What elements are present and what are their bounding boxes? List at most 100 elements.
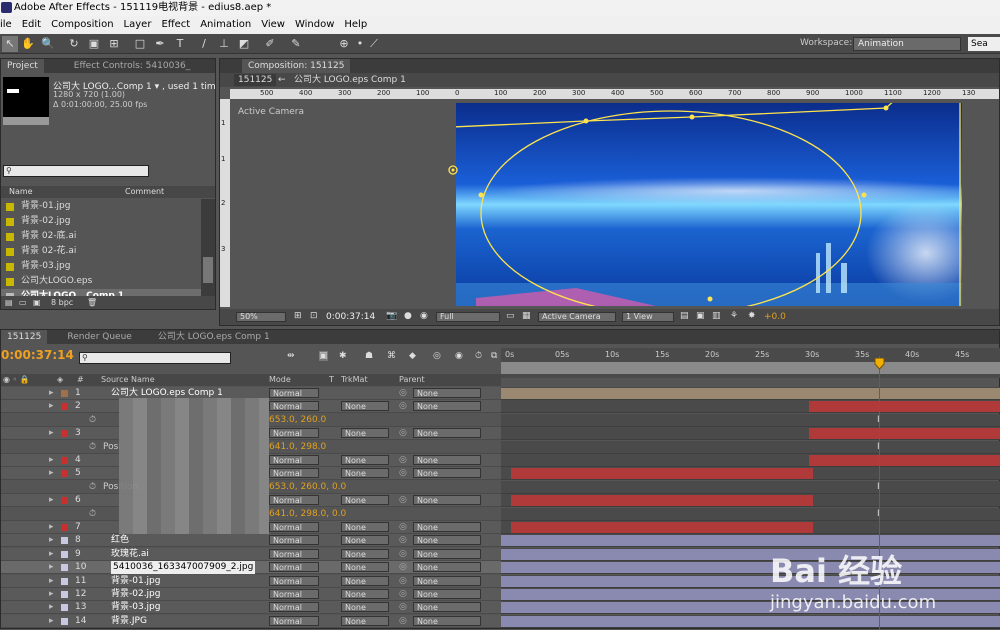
property-value[interactable]: 641.0, 298.0	[269, 441, 326, 454]
layer-label-color[interactable]	[61, 403, 68, 411]
motion-blur-icon[interactable]: ◆	[409, 351, 416, 361]
brainstorm-icon[interactable]: ◎	[433, 351, 441, 361]
tab-timeline-151125[interactable]: 151125	[1, 330, 48, 344]
expand-toggle-icon[interactable]: ▸	[49, 387, 54, 400]
layer-source-name[interactable]: 背景.JPG	[111, 615, 147, 628]
pick-whip-icon[interactable]: ◎	[399, 575, 407, 588]
layer-row[interactable]: ▸ 9 玫瑰花.ai Normal None ◎ None	[1, 547, 501, 561]
layer-duration-bar[interactable]	[501, 388, 1000, 399]
parent-select[interactable]: None	[413, 468, 481, 479]
layer-label-color[interactable]	[61, 524, 68, 531]
brush-tool-icon[interactable]: /	[196, 36, 212, 52]
timeline-timecode[interactable]: 0:00:37:14	[1, 348, 74, 362]
mode-select[interactable]: Normal	[269, 615, 319, 626]
pick-whip-icon[interactable]: ◎	[399, 548, 407, 561]
stopwatch-icon[interactable]: ⏱	[89, 441, 96, 454]
menu-effect[interactable]: Effect	[156, 16, 195, 34]
clone-tool-icon[interactable]: ⊥	[216, 36, 232, 52]
camera-view-select[interactable]: Active Camera	[538, 312, 616, 322]
mode-select[interactable]: Normal	[269, 455, 319, 465]
layer-label-color[interactable]	[61, 604, 68, 612]
layer-label-color[interactable]	[61, 390, 68, 397]
flowchart-icon[interactable]: ⚘	[730, 311, 738, 321]
parent-select[interactable]: None	[413, 615, 481, 626]
menu-edit[interactable]: Edit	[17, 16, 46, 34]
mode-select[interactable]: Normal	[269, 562, 319, 573]
menu-file[interactable]: ile	[0, 16, 17, 34]
layer-duration-bar[interactable]	[511, 495, 813, 507]
layer-duration-bar[interactable]	[511, 468, 813, 480]
layer-source-name[interactable]: 背景-03.jpg	[111, 601, 161, 614]
resolution-select[interactable]: Full	[436, 312, 500, 322]
comp-mini-flowchart-icon[interactable]: ⇹	[287, 351, 295, 361]
frame-blending-icon[interactable]: ⌘	[387, 351, 396, 361]
graph-editor-icon[interactable]: ⧉	[491, 351, 497, 361]
pick-whip-icon[interactable]: ◎	[399, 534, 407, 547]
zoom-tool-icon[interactable]: 🔍	[40, 36, 56, 52]
pen-tool-icon[interactable]: ✒	[152, 36, 168, 52]
type-tool-icon[interactable]: T	[172, 36, 188, 52]
trkmat-select[interactable]: None	[341, 495, 389, 506]
layer-duration-bar[interactable]	[809, 428, 1000, 440]
pick-whip-icon[interactable]: ◎	[399, 615, 407, 628]
mode-select[interactable]: Normal	[269, 522, 319, 532]
expand-toggle-icon[interactable]: ▸	[49, 534, 54, 547]
expand-toggle-icon[interactable]: ▸	[49, 454, 54, 467]
parent-select[interactable]: None	[413, 589, 481, 599]
view-axis-icon[interactable]: ⟋	[366, 36, 382, 52]
layer-label-color[interactable]	[61, 591, 68, 598]
trkmat-select[interactable]: None	[341, 589, 389, 599]
mode-select[interactable]: Normal	[269, 575, 319, 586]
project-item[interactable]: 背景-01.jpg	[1, 199, 201, 214]
trkmat-select[interactable]: None	[341, 615, 389, 626]
stopwatch-icon[interactable]: ⏱	[89, 481, 96, 494]
layer-row[interactable]: ▸ 14 背景.JPG Normal None ◎ None	[1, 614, 501, 628]
shy-icon[interactable]: ☗	[365, 351, 373, 361]
trkmat-select[interactable]: None	[341, 468, 389, 479]
exposure-icon[interactable]: ✸	[748, 311, 756, 321]
project-search-input[interactable]: ⚲	[3, 165, 149, 177]
trkmat-select[interactable]: None	[341, 428, 389, 439]
work-area-bar[interactable]	[501, 362, 1000, 374]
trkmat-select[interactable]: None	[341, 522, 389, 532]
project-scrollbar[interactable]	[201, 199, 215, 303]
mode-select[interactable]: Normal	[269, 602, 319, 613]
time-ruler[interactable]: 0s 05s 10s 15s 20s 25s 30s 35s 40s 45s	[501, 348, 1000, 378]
roto-brush-tool-icon[interactable]: ✐	[262, 36, 278, 52]
live-update-icon[interactable]: ▣	[319, 351, 328, 361]
project-item[interactable]: 背景-03.jpg	[1, 259, 201, 274]
menu-animation[interactable]: Animation	[195, 16, 256, 34]
auto-keyframe-icon[interactable]: ◉	[455, 351, 463, 361]
comp-current-time[interactable]: 0:00:37:14	[326, 312, 375, 322]
camera-tool-icon[interactable]: ▣	[86, 36, 102, 52]
eraser-tool-icon[interactable]: ◩	[236, 36, 252, 52]
trkmat-select[interactable]: None	[341, 562, 389, 573]
layer-source-name[interactable]: 背景-02.jpg	[111, 588, 161, 601]
cti-head-icon[interactable]	[874, 358, 885, 370]
layer-label-color[interactable]	[61, 430, 68, 438]
new-folder-icon[interactable]: ▭	[19, 296, 27, 309]
col-trkmat[interactable]: TrkMat	[341, 374, 368, 386]
col-mode[interactable]: Mode	[269, 374, 291, 386]
pick-whip-icon[interactable]: ◎	[399, 494, 407, 507]
property-value[interactable]: 653.0, 260.0, 0.0	[269, 481, 346, 494]
menu-window[interactable]: Window	[290, 16, 339, 34]
layer-label-color[interactable]	[61, 497, 68, 505]
mask-path[interactable]	[480, 110, 862, 306]
delete-icon[interactable]: 🗑	[87, 296, 97, 309]
mode-select[interactable]: Normal	[269, 401, 319, 412]
layer-search-input[interactable]: ⚲	[79, 352, 231, 364]
mode-select[interactable]: Normal	[269, 535, 319, 546]
hand-tool-icon[interactable]: ✋	[20, 36, 36, 52]
pick-whip-icon[interactable]: ◎	[399, 601, 407, 614]
parent-select[interactable]: None	[413, 522, 481, 532]
expand-toggle-icon[interactable]: ▸	[49, 467, 54, 480]
trkmat-select[interactable]: None	[341, 401, 389, 412]
stopwatch-icon[interactable]: ⏱	[475, 351, 482, 361]
trkmat-select[interactable]: None	[341, 455, 389, 465]
expand-toggle-icon[interactable]: ▸	[49, 427, 54, 440]
timeline-link-icon[interactable]: ▥	[712, 311, 721, 321]
layer-duration-bar[interactable]	[809, 401, 1000, 413]
grid-toggle-icon[interactable]: ⊞	[294, 311, 302, 321]
layer-label-color[interactable]	[61, 550, 68, 558]
